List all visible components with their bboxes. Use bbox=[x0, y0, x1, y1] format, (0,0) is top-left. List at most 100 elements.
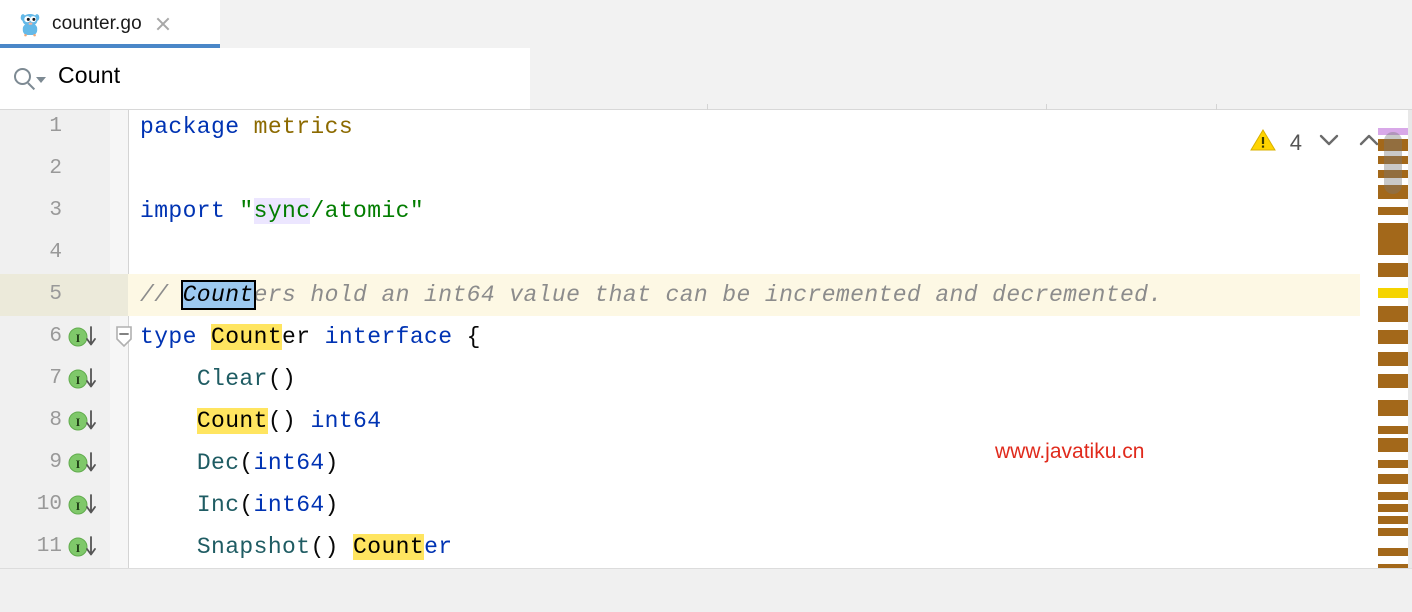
ide-window: counter.go Count Aa W .* 1/61 bbox=[0, 0, 1412, 612]
go-gopher-icon bbox=[18, 11, 42, 37]
code-token: { bbox=[452, 324, 481, 350]
svg-text:I: I bbox=[76, 457, 81, 471]
scrollbar-match-marker[interactable] bbox=[1378, 504, 1408, 512]
scrollbar-match-marker[interactable] bbox=[1378, 352, 1408, 366]
code-line[interactable]: 11 I Snapshot() Counter bbox=[0, 526, 1412, 568]
code-token: package bbox=[140, 114, 240, 140]
code-token: er bbox=[282, 324, 311, 350]
search-input-value: Count bbox=[58, 62, 121, 88]
code-token: ( bbox=[239, 450, 254, 476]
code-editor[interactable]: 1 package metrics 2 3 import "sync/atomic" 4 5… bbox=[0, 110, 1412, 568]
marker-scrollbar[interactable] bbox=[1378, 110, 1408, 568]
code-token: int64 bbox=[253, 492, 325, 518]
code-token: " bbox=[239, 198, 254, 224]
code-token: er bbox=[424, 534, 453, 560]
line-number: 10 bbox=[36, 493, 62, 516]
scrollbar-match-marker[interactable] bbox=[1378, 492, 1408, 500]
implemented-method-icon[interactable]: I bbox=[68, 494, 102, 516]
implemented-method-icon[interactable]: I bbox=[68, 452, 102, 474]
code-token: // bbox=[140, 282, 183, 308]
line-number: 8 bbox=[49, 409, 62, 432]
editor-tab-label: counter.go bbox=[52, 13, 142, 34]
code-text: Snapshot() Counter bbox=[140, 526, 452, 568]
line-number: 3 bbox=[49, 199, 62, 222]
implemented-method-icon[interactable]: I bbox=[68, 536, 102, 558]
code-text: Count() int64 bbox=[140, 400, 381, 442]
code-token: Snapshot bbox=[196, 534, 311, 560]
scrollbar-match-marker[interactable] bbox=[1378, 438, 1408, 452]
svg-text:I: I bbox=[76, 373, 81, 387]
scrollbar-match-marker[interactable] bbox=[1378, 306, 1408, 322]
code-line[interactable]: 1 package metrics bbox=[0, 110, 1412, 148]
code-line[interactable]: 10 I Inc(int64) bbox=[0, 484, 1412, 526]
watermark-text: www.javatiku.cn bbox=[995, 440, 1145, 463]
scrollbar-match-marker[interactable] bbox=[1378, 516, 1408, 524]
code-line[interactable]: 6 Itype Counter interface { bbox=[0, 316, 1412, 358]
line-number: 7 bbox=[49, 367, 62, 390]
search-dropdown-icon[interactable] bbox=[14, 68, 50, 91]
code-token: Inc bbox=[196, 492, 240, 518]
code-line[interactable]: 2 bbox=[0, 148, 1412, 190]
code-token: interface bbox=[324, 324, 453, 350]
implemented-method-icon[interactable]: I bbox=[68, 410, 102, 432]
implemented-interface-icon[interactable]: I bbox=[68, 326, 102, 348]
code-line[interactable]: 7I Clear() bbox=[0, 358, 1412, 400]
status-bar bbox=[0, 568, 1412, 612]
scrollbar-match-marker[interactable] bbox=[1378, 288, 1408, 298]
code-text: import "sync/atomic" bbox=[140, 190, 424, 232]
implemented-method-icon[interactable]: I bbox=[68, 368, 102, 390]
editor-tab-counter-go[interactable]: counter.go bbox=[0, 0, 220, 48]
scrollbar-match-marker[interactable] bbox=[1378, 330, 1408, 344]
scrollbar-match-marker[interactable] bbox=[1378, 207, 1408, 215]
scrollbar-match-marker[interactable] bbox=[1378, 528, 1408, 536]
chevron-down-icon[interactable] bbox=[1316, 129, 1342, 156]
scrollbar-match-marker[interactable] bbox=[1378, 374, 1408, 388]
code-token: ) bbox=[324, 450, 339, 476]
scrollbar-match-marker[interactable] bbox=[1378, 400, 1408, 416]
code-line[interactable]: 4 bbox=[0, 232, 1412, 274]
code-token: import bbox=[140, 198, 226, 224]
line-number: 5 bbox=[49, 283, 62, 306]
code-token: () bbox=[310, 534, 354, 560]
line-number: 9 bbox=[49, 451, 62, 474]
scrollbar-match-marker[interactable] bbox=[1378, 263, 1408, 277]
line-number: 2 bbox=[49, 157, 62, 180]
code-text: Dec(int64) bbox=[140, 442, 339, 484]
line-number: 1 bbox=[49, 115, 62, 138]
inspection-widget[interactable]: 4 bbox=[1249, 128, 1382, 157]
scrollbar-track-edge bbox=[1408, 110, 1412, 568]
code-line[interactable]: 9I Dec(int64) bbox=[0, 442, 1412, 484]
code-token: int64 bbox=[310, 408, 382, 434]
scrollbar-match-marker[interactable] bbox=[1378, 460, 1408, 468]
code-token: ers hold an int64 value that can be incr… bbox=[253, 282, 1163, 308]
line-number: 4 bbox=[49, 241, 62, 264]
scrollbar-match-marker[interactable] bbox=[1378, 548, 1408, 556]
code-token: () bbox=[267, 366, 297, 392]
scrollbar-thumb[interactable] bbox=[1384, 132, 1402, 194]
code-line[interactable]: 3 import "sync/atomic" bbox=[0, 190, 1412, 232]
code-text: type Counter interface { bbox=[140, 316, 481, 358]
svg-text:I: I bbox=[76, 499, 81, 513]
scrollbar-match-marker[interactable] bbox=[1378, 223, 1408, 255]
code-token: sync bbox=[253, 198, 311, 224]
warning-triangle-icon bbox=[1249, 128, 1276, 157]
code-line[interactable]: 8I Count() int64 bbox=[0, 400, 1412, 442]
code-token: ( bbox=[239, 492, 254, 518]
code-token: Dec bbox=[196, 450, 240, 476]
scrollbar-match-marker[interactable] bbox=[1378, 426, 1408, 434]
code-token: () bbox=[267, 408, 311, 434]
fold-collapse-icon[interactable] bbox=[113, 325, 135, 351]
match-highlight: Count bbox=[353, 534, 425, 560]
code-text: package metrics bbox=[140, 110, 353, 148]
code-line[interactable]: 5 // Counters hold an int64 value that ca… bbox=[0, 274, 1412, 316]
close-icon[interactable] bbox=[154, 15, 172, 33]
scrollbar-match-marker[interactable] bbox=[1378, 474, 1408, 484]
